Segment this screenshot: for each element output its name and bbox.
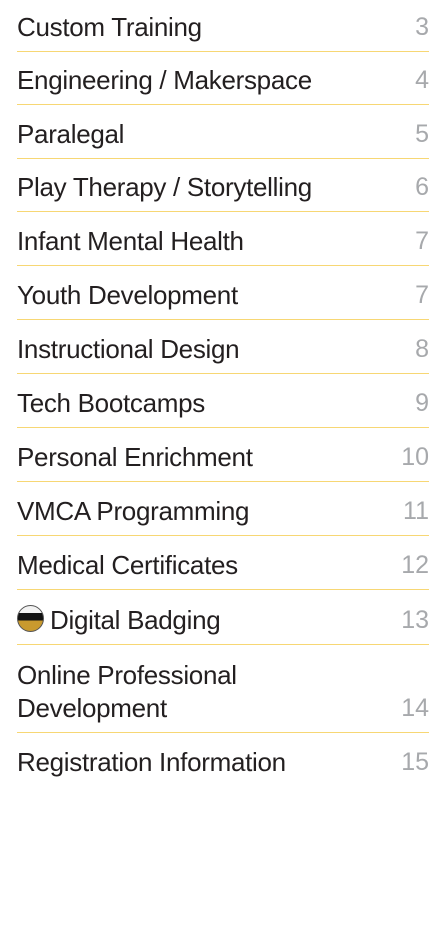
toc-entry-page: 14	[401, 694, 429, 722]
vcu-badge-icon	[17, 605, 44, 632]
toc-entry-online-professional-development[interactable]: Online Professional Development 14	[17, 645, 429, 733]
toc-entry-page: 3	[415, 13, 429, 41]
table-of-contents: Custom Training 3 Engineering / Makerspa…	[0, 0, 446, 936]
toc-entry-label-line2: Development	[17, 693, 167, 723]
toc-entry-youth-development[interactable]: Youth Development 7	[17, 266, 429, 320]
toc-entry-label: Medical Certificates	[17, 550, 238, 580]
toc-entry-label: Engineering / Makerspace	[17, 65, 312, 95]
toc-entry-page: 7	[415, 227, 429, 255]
toc-entry-medical-certificates[interactable]: Medical Certificates 12	[17, 536, 429, 590]
toc-entry-page: 6	[415, 173, 429, 201]
toc-entry-digital-badging[interactable]: Digital Badging 13	[17, 590, 429, 645]
toc-entry-label: Paralegal	[17, 119, 125, 149]
toc-entry-personal-enrichment[interactable]: Personal Enrichment 10	[17, 428, 429, 482]
toc-entry-paralegal[interactable]: Paralegal 5	[17, 105, 429, 159]
toc-entry-label: Instructional Design	[17, 334, 240, 364]
toc-entry-instructional-design[interactable]: Instructional Design 8	[17, 320, 429, 374]
toc-entry-play-therapy[interactable]: Play Therapy / Storytelling 6	[17, 159, 429, 212]
toc-entry-page: 12	[401, 551, 429, 579]
toc-entry-label-line1: Online Professional	[17, 660, 237, 690]
toc-entry-page: 4	[415, 66, 429, 94]
toc-entry-label: Play Therapy / Storytelling	[17, 172, 312, 202]
toc-entry-label: Registration Information	[17, 747, 286, 777]
toc-entry-engineering-makerspace[interactable]: Engineering / Makerspace 4	[17, 52, 429, 105]
toc-entry-page: 15	[401, 748, 429, 776]
toc-entry-page: 10	[401, 443, 429, 471]
toc-entry-label: VMCA Programming	[17, 496, 250, 526]
toc-entry-page: 13	[401, 606, 429, 634]
toc-entry-label-group: Digital Badging	[17, 604, 221, 637]
toc-entry-vmca-programming[interactable]: VMCA Programming 11	[17, 482, 429, 536]
toc-entry-page: 7	[415, 281, 429, 309]
toc-entry-label: Youth Development	[17, 280, 238, 310]
toc-entry-label: Custom Training	[17, 12, 202, 42]
toc-entry-page: 8	[415, 335, 429, 363]
toc-entry-page: 11	[403, 497, 429, 525]
toc-entry-custom-training[interactable]: Custom Training 3	[17, 0, 429, 52]
toc-entry-label: Tech Bootcamps	[17, 388, 206, 418]
toc-entry-registration-information[interactable]: Registration Information 15	[17, 733, 429, 789]
toc-entry-label: Infant Mental Health	[17, 226, 244, 256]
toc-entry-tech-bootcamps[interactable]: Tech Bootcamps 9	[17, 374, 429, 428]
toc-entry-infant-mental-health[interactable]: Infant Mental Health 7	[17, 212, 429, 266]
toc-entry-page: 9	[415, 389, 429, 417]
toc-entry-label: Personal Enrichment	[17, 442, 253, 472]
toc-entry-page: 5	[415, 120, 429, 148]
toc-entry-label: Digital Badging	[50, 605, 221, 635]
